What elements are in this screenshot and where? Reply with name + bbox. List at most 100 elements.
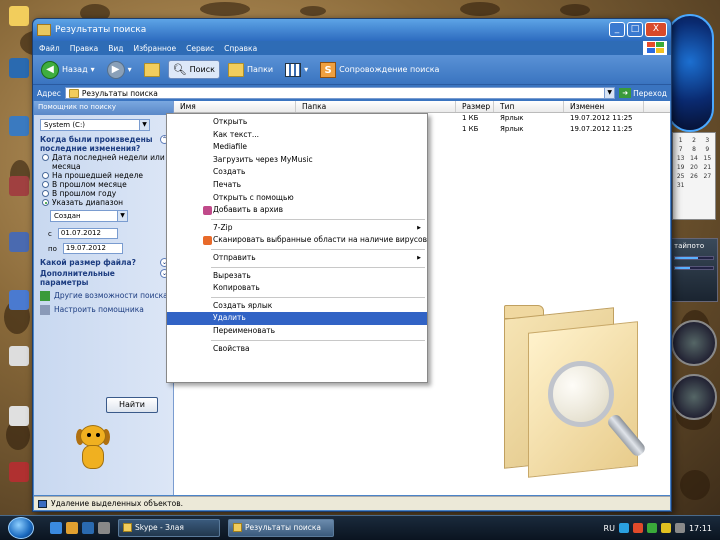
language-indicator[interactable]: RU [604,524,615,533]
radio-button[interactable] [42,172,49,179]
chevron-down-icon[interactable]: ▼ [604,88,615,98]
tray-icon[interactable] [674,523,685,533]
minimize-button[interactable]: _ [609,22,625,37]
context-menu-item[interactable]: Свойства [167,343,427,356]
clock[interactable]: 17:11 [689,524,712,533]
tray-icon[interactable] [646,523,657,533]
desktop-icon[interactable] [4,346,34,367]
clock-gadget[interactable] [666,14,714,132]
back-button[interactable]: ◀ Назад ▾ [37,59,99,81]
desktop-icon[interactable] [4,6,34,27]
calendar-day[interactable]: 7 [675,146,686,153]
title-bar[interactable]: Результаты поиска _ □ X [33,19,671,41]
quicklaunch-icon[interactable] [50,522,62,534]
context-menu-item[interactable]: Копировать [167,282,427,295]
context-menu-item[interactable]: Как текст... [167,129,427,142]
go-button[interactable]: ➜ Переход [619,88,671,98]
calendar-day[interactable]: 8 [688,146,699,153]
calendar-day[interactable]: 1 [675,137,686,144]
search-dog-icon[interactable] [72,423,116,473]
meter-gadget[interactable]: тайпото [670,238,718,302]
calendar-day[interactable] [688,182,699,189]
size-question[interactable]: Какой размер файла? ⌄ [40,258,169,267]
context-menu-item[interactable]: 7-Zip [167,222,427,235]
desktop-icon[interactable] [4,462,34,483]
up-button[interactable] [140,61,164,79]
menu-item[interactable]: Правка [70,44,99,53]
context-menu-item[interactable]: Печать [167,179,427,192]
context-menu-item[interactable]: Открыть с помощью [167,192,427,205]
calendar-day[interactable]: 27 [702,173,713,180]
calendar-day[interactable]: 26 [688,173,699,180]
desktop-icon[interactable] [4,176,34,197]
search-companion-button[interactable]: S Сопровождение поиска [316,60,443,80]
column-header[interactable]: Размер [456,101,494,112]
drive-select[interactable]: System (C:) ▼ [40,119,150,131]
desktop-icon[interactable] [4,290,34,311]
forward-button[interactable]: ▶ ▾ [103,59,136,81]
context-menu-item[interactable]: Загрузить через MyMusic [167,154,427,167]
search-button[interactable]: 🔍︎ Поиск [167,60,220,79]
quicklaunch-icon[interactable] [66,522,78,534]
context-menu-item[interactable]: Вырезать [167,270,427,283]
column-header[interactable]: Изменен [564,101,644,112]
menu-item[interactable]: Вид [108,44,123,53]
column-header[interactable]: Тип [494,101,564,112]
calendar-day[interactable]: 25 [675,173,686,180]
desktop-icon[interactable] [4,232,34,253]
context-menu-item[interactable]: Удалить [167,312,427,325]
other-search-link[interactable]: Другие возможности поиска [40,291,169,301]
from-date-field[interactable]: 01.07.2012 [57,228,118,239]
menu-item[interactable]: Файл [39,44,60,53]
date-option[interactable]: В прошлом месяце [42,180,169,189]
desktop-icon[interactable] [4,116,34,137]
address-field[interactable]: Результаты поиска ▼ [64,87,616,99]
column-header[interactable]: Папка [296,101,456,112]
advanced-options[interactable]: Дополнительные параметры ⌄ [40,269,169,287]
context-menu-item[interactable]: Добавить в архив [167,204,427,217]
calendar-day[interactable]: 19 [675,164,686,171]
menu-item[interactable]: Справка [224,44,257,53]
date-question[interactable]: Когда были произведены последние изменен… [40,135,169,153]
quicklaunch-icon[interactable] [98,522,110,534]
radio-button[interactable] [42,199,49,206]
desktop-icon[interactable] [4,58,34,79]
views-button[interactable]: ▾ [281,61,312,79]
calendar-day[interactable]: 13 [675,155,686,162]
tray-icon[interactable] [632,523,643,533]
calendar-day[interactable]: 15 [702,155,713,162]
range-type-select[interactable]: Создан ▼ [50,210,128,222]
context-menu-item[interactable]: Переименовать [167,325,427,338]
round-gadget[interactable] [671,374,717,420]
settings-link[interactable]: Настроить помощника [40,305,169,315]
tray-icon[interactable] [660,523,671,533]
calendar-day[interactable]: 21 [702,164,713,171]
context-menu-item[interactable]: Отправить [167,252,427,265]
radio-button[interactable] [42,190,49,197]
date-option[interactable]: Указать диапазон [42,198,169,207]
folders-button[interactable]: Папки [224,61,277,79]
calendar-day[interactable]: 2 [688,137,699,144]
calendar-day[interactable]: 31 [675,182,686,189]
chevron-down-icon[interactable]: ▼ [117,211,127,221]
context-menu-item[interactable]: Открыть [167,116,427,129]
to-date-field[interactable]: 19.07.2012 [62,243,123,254]
context-menu-item[interactable]: Mediafile [167,141,427,154]
close-button[interactable]: X [645,22,667,37]
round-gadget[interactable] [671,320,717,366]
calendar-day[interactable]: 3 [702,137,713,144]
date-option[interactable]: В прошлом году [42,189,169,198]
context-menu-item[interactable]: Сканировать выбранные области на наличие… [167,234,427,247]
maximize-button[interactable]: □ [627,22,643,37]
context-menu-item[interactable]: Создать ярлык [167,300,427,313]
date-option[interactable]: На прошедшей неделе [42,171,169,180]
radio-button[interactable] [42,181,49,188]
start-button[interactable] [8,517,34,539]
calendar-day[interactable]: 20 [688,164,699,171]
taskbar-button[interactable]: Skype - Злая [118,519,220,537]
taskbar-button[interactable]: Результаты поиска [228,519,334,537]
menu-item[interactable]: Сервис [186,44,214,53]
menu-item[interactable]: Избранное [134,44,177,53]
find-button[interactable]: Найти [106,397,158,413]
calendar-day[interactable]: 9 [702,146,713,153]
